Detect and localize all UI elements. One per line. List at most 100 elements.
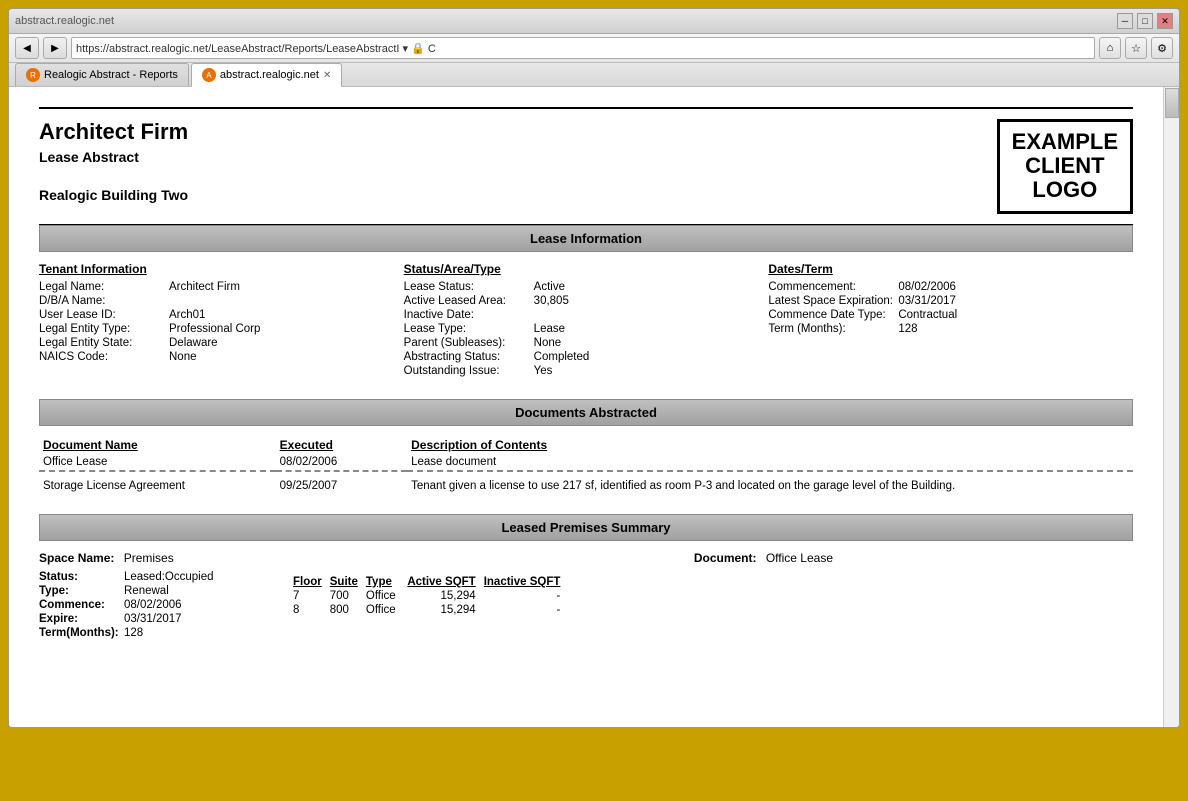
- table-row: 7 700 Office 15,294 -: [289, 589, 564, 603]
- status-parent-row: Parent (Subleases): None: [404, 337, 769, 349]
- col-floor: Floor: [289, 575, 326, 589]
- dates-term-row: Term (Months): 128: [768, 323, 1133, 335]
- status-lease-value: Active: [534, 281, 565, 293]
- status-outstanding-row: Outstanding Issue: Yes: [404, 365, 769, 377]
- premises-commence-label: Commence:: [39, 599, 124, 611]
- col-description: Description of Contents: [407, 436, 1133, 454]
- premises-top-line: Space Name: Premises Document: Office Le…: [39, 551, 1133, 565]
- status-abstracting-row: Abstracting Status: Completed: [404, 351, 769, 363]
- title-bar-text: abstract.realogic.net: [15, 15, 114, 27]
- premises-table-block: Floor Suite Type Active SQFT Inactive SQ…: [289, 571, 564, 641]
- maximize-button[interactable]: □: [1137, 13, 1153, 29]
- premises-expire-label: Expire:: [39, 613, 124, 625]
- premises-header: Leased Premises Summary: [39, 514, 1133, 541]
- tenant-naics-label: NAICS Code:: [39, 351, 169, 363]
- status-parent-value: None: [534, 337, 562, 349]
- premises-sqft-table: Floor Suite Type Active SQFT Inactive SQ…: [289, 575, 564, 617]
- premises-table-header: Floor Suite Type Active SQFT Inactive SQ…: [289, 575, 564, 589]
- premises-section: Leased Premises Summary Space Name: Prem…: [39, 514, 1133, 641]
- documents-section: Documents Abstracted Document Name Execu…: [39, 399, 1133, 494]
- status-active-area-label: Active Leased Area:: [404, 295, 534, 307]
- premises-status-value: Leased:Occupied: [124, 571, 214, 583]
- scrollbar-thumb[interactable]: [1165, 88, 1179, 118]
- close-button[interactable]: ✕: [1157, 13, 1173, 29]
- tenant-dba-row: D/B/A Name:: [39, 295, 404, 307]
- col-active-sqft: Active SQFT: [400, 575, 480, 589]
- dates-commence-value: 08/02/2006: [898, 281, 956, 293]
- premises-type-row: Type: Renewal: [39, 585, 259, 597]
- report-title-block: Architect Firm Lease Abstract Realogic B…: [39, 119, 188, 203]
- tenant-entity-type-row: Legal Entity Type: Professional Corp: [39, 323, 404, 335]
- tenant-title: Tenant Information: [39, 262, 404, 276]
- document-label: Document:: [694, 551, 757, 565]
- status-abstracting-label: Abstracting Status:: [404, 351, 534, 363]
- tenant-user-lease-value: Arch01: [169, 309, 205, 321]
- settings-button[interactable]: ⚙: [1151, 37, 1173, 59]
- content-area: Architect Firm Lease Abstract Realogic B…: [9, 87, 1179, 727]
- floor-2: 8: [289, 603, 326, 617]
- premises-expire-row: Expire: 03/31/2017: [39, 613, 259, 625]
- lease-info-header: Lease Information: [39, 225, 1133, 252]
- forward-button[interactable]: ▶: [43, 37, 67, 59]
- logo-line1: EXAMPLE: [1012, 130, 1118, 154]
- col-doc-name: Document Name: [39, 436, 276, 454]
- status-lease-type-row: Lease Type: Lease: [404, 323, 769, 335]
- col-executed: Executed: [276, 436, 407, 454]
- docs-header-row: Document Name Executed Description of Co…: [39, 436, 1133, 454]
- favorites-button[interactable]: ☆: [1125, 37, 1147, 59]
- tenant-user-lease-label: User Lease ID:: [39, 309, 169, 321]
- address-bar[interactable]: https://abstract.realogic.net/LeaseAbstr…: [71, 37, 1095, 59]
- status-lease-row: Lease Status: Active: [404, 281, 769, 293]
- dates-title: Dates/Term: [768, 262, 1133, 276]
- space-name-value: Premises: [124, 551, 174, 565]
- tab-reports[interactable]: R Realogic Abstract - Reports: [15, 63, 189, 86]
- title-bar-controls: ─ □ ✕: [1117, 13, 1173, 29]
- tenant-dba-label: D/B/A Name:: [39, 295, 169, 307]
- browser-window: abstract.realogic.net ─ □ ✕ ◀ ▶ https://…: [8, 8, 1180, 728]
- home-button[interactable]: ⌂: [1099, 37, 1121, 59]
- building-name: Realogic Building Two: [39, 187, 188, 203]
- col-inactive-sqft: Inactive SQFT: [480, 575, 565, 589]
- status-parent-label: Parent (Subleases):: [404, 337, 534, 349]
- tab-close-icon[interactable]: ✕: [323, 70, 331, 81]
- dates-term-label: Term (Months):: [768, 323, 898, 335]
- tabs-bar: R Realogic Abstract - Reports A abstract…: [9, 63, 1179, 87]
- table-row: Storage License Agreement 09/25/2007 Ten…: [39, 471, 1133, 494]
- minimize-button[interactable]: ─: [1117, 13, 1133, 29]
- premises-commence-value: 08/02/2006: [124, 599, 182, 611]
- premises-commence-row: Commence: 08/02/2006: [39, 599, 259, 611]
- status-inactive-date-row: Inactive Date:: [404, 309, 769, 321]
- lease-information-section: Lease Information Tenant Information Leg…: [39, 225, 1133, 379]
- premises-status-label: Status:: [39, 571, 124, 583]
- status-outstanding-value: Yes: [534, 365, 553, 377]
- doc-desc-2: Tenant given a license to use 217 sf, id…: [407, 471, 1133, 494]
- lease-info-grid: Tenant Information Legal Name: Architect…: [39, 262, 1133, 379]
- suite-2: 800: [326, 603, 362, 617]
- premises-details: Status: Leased:Occupied Type: Renewal Co…: [39, 571, 1133, 641]
- status-inactive-date-label: Inactive Date:: [404, 309, 534, 321]
- documents-header: Documents Abstracted: [39, 399, 1133, 426]
- report-type: Lease Abstract: [39, 149, 188, 165]
- doc-executed-2: 09/25/2007: [276, 471, 407, 494]
- doc-name-1: Office Lease: [39, 454, 276, 471]
- tenant-entity-state-row: Legal Entity State: Delaware: [39, 337, 404, 349]
- back-button[interactable]: ◀: [15, 37, 39, 59]
- tenant-legal-name-label: Legal Name:: [39, 281, 169, 293]
- status-active-area-value: 30,805: [534, 295, 569, 307]
- active-sqft-1: 15,294: [400, 589, 480, 603]
- doc-name-2: Storage License Agreement: [39, 471, 276, 494]
- tenant-entity-type-label: Legal Entity Type:: [39, 323, 169, 335]
- premises-status-row: Status: Leased:Occupied: [39, 571, 259, 583]
- dates-commence-type-label: Commence Date Type:: [768, 309, 898, 321]
- tenant-naics-row: NAICS Code: None: [39, 351, 404, 363]
- scrollbar[interactable]: [1163, 87, 1179, 727]
- title-bar: abstract.realogic.net ─ □ ✕: [9, 9, 1179, 34]
- tab-abstract[interactable]: A abstract.realogic.net ✕: [191, 63, 342, 87]
- tenant-naics-value: None: [169, 351, 197, 363]
- premises-expire-value: 03/31/2017: [124, 613, 182, 625]
- status-active-area-row: Active Leased Area: 30,805: [404, 295, 769, 307]
- status-title: Status/Area/Type: [404, 262, 769, 276]
- tab-icon-2: A: [202, 68, 216, 82]
- tenant-entity-type-value: Professional Corp: [169, 323, 260, 335]
- report-container: Architect Firm Lease Abstract Realogic B…: [9, 87, 1163, 681]
